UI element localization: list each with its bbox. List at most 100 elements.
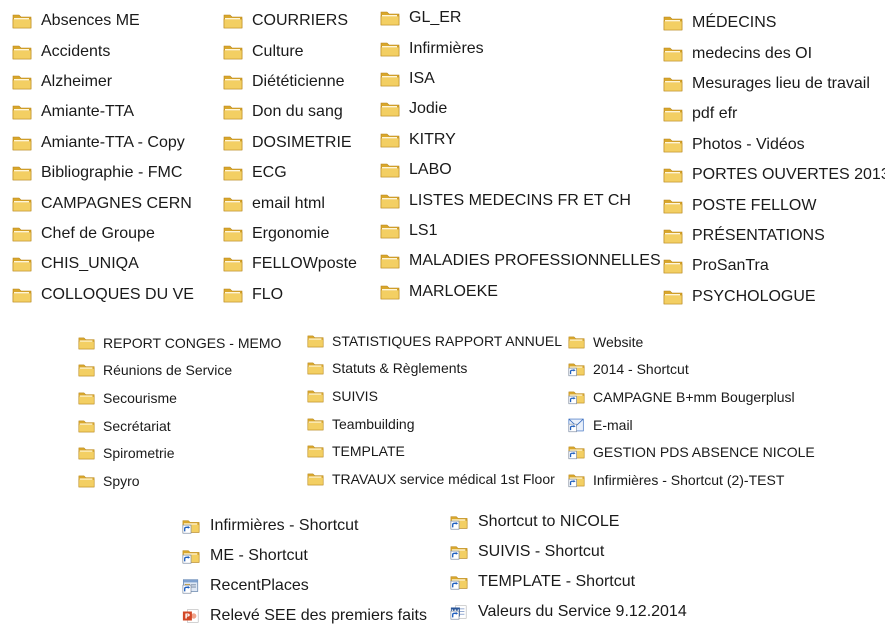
- folder-item-reunions-de-service[interactable]: Réunions de Service: [78, 357, 232, 385]
- folder-item-dosimetrie[interactable]: DOSIMETRIE: [223, 128, 352, 158]
- folder-item-absences-me[interactable]: Absences ME: [12, 6, 140, 36]
- folder-icon: [307, 388, 324, 404]
- folder-icon: [663, 14, 683, 32]
- folder-item-chis-uniqa[interactable]: CHIS_UNIQA: [12, 249, 139, 279]
- folder-item-labo[interactable]: LABO: [380, 155, 452, 185]
- folder-panel-top: Absences ME Accidents Alzheimer Amiante-…: [8, 6, 885, 316]
- folder-item-statuts-reglements[interactable]: Statuts & Règlements: [307, 355, 467, 383]
- item-label: TEMPLATE - Shortcut: [478, 573, 636, 590]
- folder-item-isa[interactable]: ISA: [380, 64, 435, 94]
- folder-item-medecins[interactable]: MÉDECINS: [663, 8, 776, 38]
- folder-item-courriers[interactable]: COURRIERS: [223, 6, 348, 36]
- folder-item-secourisme[interactable]: Secourisme: [78, 384, 177, 412]
- folder-item-medecins-des-oi[interactable]: medecins des OI: [663, 38, 812, 68]
- folder-item-e-mail[interactable]: E-mail: [568, 411, 633, 439]
- folder-icon: [223, 73, 243, 91]
- folder-item-photos-videos[interactable]: Photos - Vidéos: [663, 130, 805, 160]
- item-label: Secrétariat: [103, 417, 171, 434]
- folder-icon: [380, 222, 400, 240]
- folder-item-alzheimer[interactable]: Alzheimer: [12, 67, 112, 97]
- folder-item-ecg[interactable]: ECG: [223, 158, 287, 188]
- folder-item-prosantra[interactable]: ProSanTra: [663, 251, 769, 281]
- item-label: CHIS_UNIQA: [41, 255, 139, 273]
- folder-item-shortcut-to-nicole[interactable]: Shortcut to NICOLE: [450, 507, 619, 537]
- folder-item-colloques-du-ve[interactable]: COLLOQUES DU VE: [12, 280, 194, 310]
- folder-icon: [380, 40, 400, 58]
- item-label: LISTES MEDECINS FR ET CH: [409, 191, 631, 209]
- folder-item-gl-er[interactable]: GL_ER: [380, 3, 461, 33]
- folder-item-spirometrie[interactable]: Spirometrie: [78, 439, 175, 467]
- folder-item-kitry[interactable]: KITRY: [380, 125, 456, 155]
- folder-shortcut-icon: [568, 444, 585, 460]
- folder-item-spyro[interactable]: Spyro: [78, 467, 140, 495]
- folder-item-don-du-sang[interactable]: Don du sang: [223, 97, 343, 127]
- item-label: PSYCHOLOGUE: [692, 287, 816, 305]
- folder-item-poste-fellow[interactable]: POSTE FELLOW: [663, 190, 816, 220]
- folder-item-ergonomie[interactable]: Ergonomie: [223, 219, 329, 249]
- folder-item-suivis-shortcut[interactable]: SUIVIS - Shortcut: [450, 537, 604, 567]
- folder-item-releve-see-des-premiers-faits[interactable]: P Relevé SEE des premiers faits: [182, 601, 427, 631]
- folder-item-pdf-efr[interactable]: pdf efr: [663, 99, 737, 129]
- folder-item-mesurages-lieu-de-travail[interactable]: Mesurages lieu de travail: [663, 69, 870, 99]
- folder-item-gestion-pds-absence-nicole[interactable]: GESTION PDS ABSENCE NICOLE: [568, 438, 815, 466]
- folder-item-infirmieres[interactable]: Infirmières: [380, 33, 484, 63]
- folder-item-presentations[interactable]: PRÉSENTATIONS: [663, 221, 825, 251]
- folder-item-jodie[interactable]: Jodie: [380, 94, 447, 124]
- folder-item-listes-medecins-fr-et-ch[interactable]: LISTES MEDECINS FR ET CH: [380, 185, 631, 215]
- folder-item-ls1[interactable]: LS1: [380, 216, 437, 246]
- item-label: REPORT CONGES - MEMO: [103, 334, 282, 351]
- folder-item-campagne-b-mm-bougerplusl[interactable]: CAMPAGNE B+mm Bougerplusl: [568, 383, 795, 411]
- folder-item-travaux-service-medical-1st-floor[interactable]: TRAVAUX service médical 1st Floor: [307, 465, 555, 493]
- folder-item-me-shortcut[interactable]: ME - Shortcut: [182, 541, 308, 571]
- folder-shortcut-icon: [450, 513, 468, 531]
- folder-item-statistiques-rapport-annuel[interactable]: STATISTIQUES RAPPORT ANNUEL: [307, 327, 562, 355]
- item-label: TEMPLATE: [332, 443, 405, 460]
- folder-item-email-html[interactable]: email html: [223, 188, 325, 218]
- folder-item-template[interactable]: TEMPLATE: [307, 437, 405, 465]
- folder-icon: [223, 12, 243, 30]
- folder-item-teambuilding[interactable]: Teambuilding: [307, 410, 415, 438]
- folder-item-marloeke[interactable]: MARLOEKE: [380, 277, 498, 307]
- folder-item-template-shortcut[interactable]: TEMPLATE - Shortcut: [450, 567, 635, 597]
- folder-item-amiante-tta[interactable]: Amiante-TTA: [12, 97, 134, 127]
- folder-item-infirmieres-shortcut-2-test[interactable]: Infirmières - Shortcut (2)-TEST: [568, 466, 784, 494]
- folder-item-accidents[interactable]: Accidents: [12, 36, 110, 66]
- folder-item-suivis[interactable]: SUIVIS: [307, 382, 378, 410]
- folder-item-2014-shortcut[interactable]: 2014 - Shortcut: [568, 356, 689, 384]
- folder-shortcut-icon: [568, 389, 585, 405]
- item-label: ISA: [409, 69, 435, 87]
- word-icon: W: [450, 603, 468, 621]
- item-label: Infirmières - Shortcut: [210, 517, 359, 534]
- item-label: ProSanTra: [692, 257, 769, 275]
- folder-item-secretariat[interactable]: Secrétariat: [78, 412, 171, 440]
- folder-item-infirmieres-shortcut[interactable]: Infirmières - Shortcut: [182, 511, 358, 541]
- folder-icon: [12, 286, 32, 304]
- folder-item-dieteticienne[interactable]: Diététicienne: [223, 67, 345, 97]
- folder-item-campagnes-cern[interactable]: CAMPAGNES CERN: [12, 188, 192, 218]
- folder-item-valeurs-du-service-9-12-2014[interactable]: W Valeurs du Service 9.12.2014: [450, 597, 687, 627]
- folder-icon: [380, 9, 400, 27]
- folder-item-culture[interactable]: Culture: [223, 36, 304, 66]
- folder-item-maladies-professionnelles[interactable]: MALADIES PROFESSIONNELLES: [380, 246, 661, 276]
- folder-item-bibliographie-fmc[interactable]: Bibliographie - FMC: [12, 158, 182, 188]
- folder-icon: [380, 192, 400, 210]
- folder-icon: [663, 197, 683, 215]
- folder-icon: [663, 227, 683, 245]
- folder-icon: [12, 195, 32, 213]
- item-label: Chef de Groupe: [41, 224, 155, 242]
- folder-item-flo[interactable]: FLO: [223, 280, 283, 310]
- folder-icon: [223, 255, 243, 273]
- folder-item-portes-ouvertes-2013[interactable]: PORTES OUVERTES 2013: [663, 160, 885, 190]
- item-label: MARLOEKE: [409, 282, 498, 300]
- folder-item-recentplaces[interactable]: RecentPlaces: [182, 571, 309, 601]
- folder-item-website[interactable]: Website: [568, 328, 643, 356]
- item-label: Ergonomie: [252, 224, 330, 242]
- folder-shortcut-icon: [568, 472, 585, 488]
- item-label: Jodie: [409, 100, 448, 118]
- folder-item-fellowposte[interactable]: FELLOWposte: [223, 249, 357, 279]
- folder-item-report-conges-memo[interactable]: REPORT CONGES - MEMO: [78, 329, 281, 357]
- folder-item-amiante-tta-copy[interactable]: Amiante-TTA - Copy: [12, 128, 185, 158]
- folder-item-chef-de-groupe[interactable]: Chef de Groupe: [12, 219, 155, 249]
- folder-item-psychologue[interactable]: PSYCHOLOGUE: [663, 282, 816, 312]
- item-label: Alzheimer: [41, 72, 113, 90]
